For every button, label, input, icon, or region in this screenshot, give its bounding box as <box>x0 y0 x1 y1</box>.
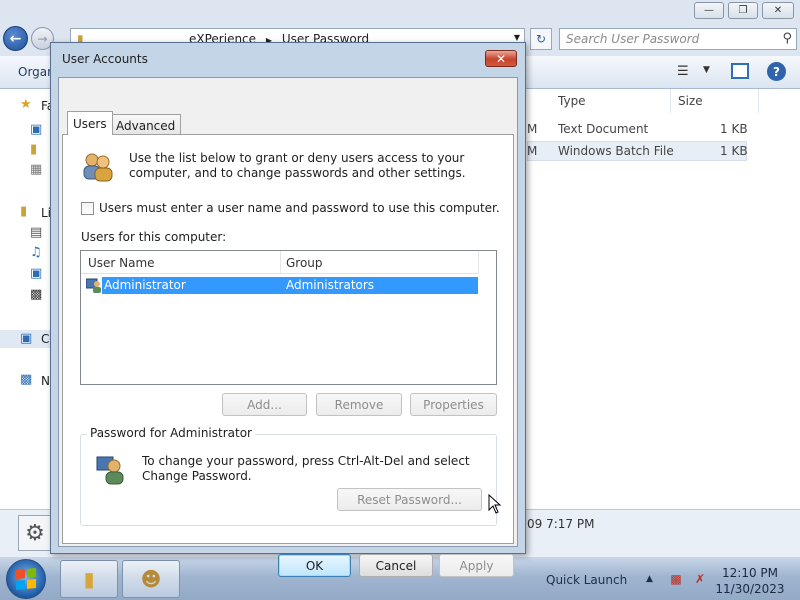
recent-places-icon[interactable]: ▦ <box>30 163 46 177</box>
ok-button[interactable]: OK <box>278 554 351 577</box>
column-separator[interactable] <box>758 89 759 113</box>
nav-item-computer[interactable]: C <box>41 332 49 346</box>
downloads-icon[interactable]: ▮ <box>30 143 46 157</box>
network-icon[interactable]: ▩ <box>668 571 684 587</box>
cancel-button[interactable]: Cancel <box>359 554 433 577</box>
users-icon <box>83 153 113 182</box>
users-tab-panel: Use the list below to grant or deny user… <box>62 134 514 544</box>
dialog-close-button[interactable]: ✕ <box>485 50 517 67</box>
clock-time[interactable]: 12:10 PM <box>720 566 780 580</box>
file-size: 1 KB <box>720 122 748 136</box>
forward-arrow-icon: → <box>37 31 48 46</box>
user-row-administrator[interactable]: Administrator Administrators <box>102 277 478 294</box>
file-date-fragment: M <box>527 144 538 158</box>
tab-users[interactable]: Users <box>67 111 113 135</box>
close-icon: ✕ <box>495 51 507 66</box>
clock-date[interactable]: 11/30/2023 <box>714 582 786 596</box>
require-login-label[interactable]: Users must enter a user name and passwor… <box>99 201 500 215</box>
users-list[interactable]: User Name Group Administrator Administra… <box>80 250 497 385</box>
navigation-pane: ★ Fa ▣ ▮ ▦ ▮ Li ▤ ♫ ▣ ▩ ▣ C ▩ N <box>0 89 54 509</box>
file-row[interactable]: M Text Document 1 KB <box>527 120 748 140</box>
search-icon: ⚲ <box>782 31 792 46</box>
mouse-cursor-icon <box>488 494 502 514</box>
details-modified-date: 09 7:17 PM <box>527 517 595 531</box>
close-button[interactable]: ✕ <box>762 2 794 19</box>
user-group-cell: Administrators <box>286 278 375 292</box>
pictures-icon[interactable]: ▣ <box>30 267 46 281</box>
explorer-titlebar: — ❐ ✕ <box>0 0 800 22</box>
network-icon: ▩ <box>20 372 33 387</box>
intro-description: Use the list below to grant or deny user… <box>129 151 466 180</box>
apply-button[interactable]: Apply <box>439 554 514 577</box>
file-type: Text Document <box>558 122 649 136</box>
file-row-selected[interactable]: M Windows Batch File 1 KB <box>527 141 748 161</box>
taskbar-explorer-button[interactable]: ▮ <box>60 560 118 598</box>
column-separator[interactable] <box>670 89 671 113</box>
chevron-down-icon[interactable]: ▼ <box>514 33 520 42</box>
help-icon[interactable]: ? <box>767 62 786 81</box>
tab-advanced[interactable]: Advanced <box>110 114 182 136</box>
favorites-star-icon: ★ <box>20 97 32 112</box>
search-placeholder: Search User Password <box>566 32 700 46</box>
nav-item-network[interactable]: N <box>41 374 50 388</box>
user-accounts-dialog: User Accounts ✕ Users Advanced Use the l… <box>50 42 526 577</box>
start-button[interactable] <box>6 559 46 599</box>
column-header-user-name[interactable]: User Name <box>88 256 155 270</box>
libraries-icon: ▮ <box>20 204 28 219</box>
reset-password-button[interactable]: Reset Password... <box>337 488 482 511</box>
refresh-icon: ↻ <box>535 32 547 46</box>
users-list-header: User Name Group <box>81 251 479 274</box>
back-button[interactable]: ← <box>3 26 28 51</box>
computer-icon: ▣ <box>20 331 33 346</box>
back-arrow-icon: ← <box>9 30 22 47</box>
quick-launch-toolbar[interactable]: Quick Launch <box>546 573 627 587</box>
properties-button[interactable]: Properties <box>410 393 497 416</box>
volume-muted-icon[interactable]: ✗ <box>692 571 708 587</box>
user-icon <box>96 456 124 485</box>
column-header-size[interactable]: Size <box>678 94 703 108</box>
folder-icon: ▮ <box>83 567 95 591</box>
column-header-group[interactable]: Group <box>286 256 323 270</box>
user-name-cell: Administrator <box>104 278 186 292</box>
file-type: Windows Batch File <box>558 144 674 158</box>
videos-icon[interactable]: ▩ <box>30 288 46 302</box>
column-separator[interactable] <box>478 251 479 274</box>
show-hidden-icons-arrow-icon[interactable]: ▲ <box>646 574 653 584</box>
taskbar-user-accounts-button[interactable]: ☻ <box>122 560 180 598</box>
preview-pane-icon[interactable] <box>731 63 749 79</box>
file-date-fragment: M <box>527 122 538 136</box>
add-user-button[interactable]: Add... <box>222 393 307 416</box>
column-header-type[interactable]: Type <box>558 94 586 108</box>
window-controls: — ❐ ✕ <box>694 2 794 19</box>
password-instructions: To change your password, press Ctrl-Alt-… <box>142 454 470 483</box>
require-login-checkbox[interactable] <box>81 201 94 215</box>
refresh-button[interactable]: ↻ <box>530 28 552 50</box>
users-icon: ☻ <box>140 567 162 591</box>
column-separator[interactable] <box>280 251 281 274</box>
require-login-checkbox-row[interactable]: Users must enter a user name and passwor… <box>81 201 500 215</box>
maximize-button[interactable]: ❐ <box>728 2 758 19</box>
chevron-down-icon[interactable]: ▼ <box>703 65 710 75</box>
dialog-body: Users Advanced Use the list below to gra… <box>58 77 518 577</box>
views-icon[interactable]: ☰ <box>677 64 689 79</box>
file-size: 1 KB <box>720 144 748 158</box>
password-groupbox: Password for Administrator To change you… <box>80 426 497 526</box>
minimize-button[interactable]: — <box>694 2 724 19</box>
remove-user-button[interactable]: Remove <box>316 393 402 416</box>
user-icon <box>86 278 101 293</box>
search-input[interactable]: Search User Password ⚲ <box>559 28 797 50</box>
windows-logo-icon <box>16 567 36 591</box>
music-icon[interactable]: ♫ <box>30 246 46 260</box>
documents-icon[interactable]: ▤ <box>30 226 46 240</box>
batch-file-gear-icon: ⚙ <box>18 515 52 551</box>
password-group-title: Password for Administrator <box>87 426 255 440</box>
desktop-icon[interactable]: ▣ <box>30 123 46 137</box>
dialog-title: User Accounts <box>62 52 148 66</box>
users-list-label: Users for this computer: <box>81 230 227 244</box>
